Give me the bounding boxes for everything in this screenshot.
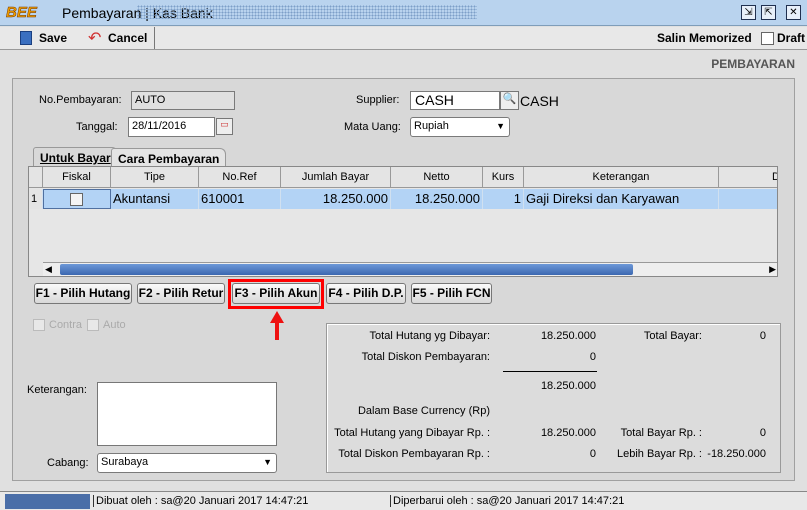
column-header[interactable]: No.Ref bbox=[199, 167, 281, 188]
maximize-icon[interactable]: ⇱ bbox=[761, 5, 776, 20]
total-hutang-label: Total Hutang yg Dibayar: bbox=[369, 330, 490, 342]
chevron-down-icon: ▼ bbox=[496, 121, 505, 131]
updated-by: Diperbarui oleh : sa@20 Januari 2017 14:… bbox=[390, 495, 624, 507]
auto-label: Auto bbox=[103, 319, 126, 331]
tanggal-label: Tanggal: bbox=[76, 121, 118, 133]
de-cell[interactable] bbox=[719, 189, 777, 209]
summary-panel: Total Hutang yg Dibayar: 18.250.000 Tota… bbox=[326, 323, 781, 473]
column-header[interactable]: Netto bbox=[391, 167, 483, 188]
search-icon[interactable]: 🔍 bbox=[500, 91, 519, 110]
netto-cell[interactable]: 18.250.000 bbox=[391, 189, 483, 209]
kurs-cell[interactable]: 1 bbox=[483, 189, 524, 209]
mata-uang-select[interactable]: Rupiah ▼ bbox=[410, 117, 510, 137]
sum-line bbox=[503, 371, 597, 372]
arrow-shaft bbox=[275, 322, 279, 340]
total-bayar-value: 0 bbox=[759, 330, 766, 342]
column-header[interactable]: Fiskal bbox=[43, 167, 111, 188]
base-currency-label: Dalam Base Currency (Rp) bbox=[357, 405, 490, 417]
column-header[interactable]: De bbox=[719, 167, 777, 188]
status-bar: Dibuat oleh : sa@20 Januari 2017 14:47:2… bbox=[0, 491, 807, 510]
draft-checkbox[interactable] bbox=[761, 32, 774, 45]
noref-cell[interactable]: 610001 bbox=[199, 189, 281, 209]
hutang-rp-label: Total Hutang yang Dibayar Rp. : bbox=[334, 427, 490, 439]
pilih-retur-button[interactable]: F2 - Pilih Retur bbox=[137, 283, 225, 304]
no-pembayaran-field: AUTO bbox=[131, 91, 235, 110]
diskon-rp-value: 0 bbox=[589, 448, 596, 460]
column-header[interactable]: Keterangan bbox=[524, 167, 719, 188]
cancel-icon: ↶ bbox=[88, 30, 102, 47]
draft-label: Draft bbox=[777, 31, 806, 45]
supplier-field[interactable]: CASH bbox=[410, 91, 500, 110]
pilih-fcn-button[interactable]: F5 - Pilih FCN bbox=[411, 283, 492, 304]
keterangan-textarea[interactable] bbox=[97, 382, 277, 446]
contra-label: Contra bbox=[49, 319, 83, 331]
scroll-right-icon[interactable]: ▶ bbox=[769, 264, 776, 275]
scroll-left-icon[interactable]: ◀ bbox=[45, 264, 52, 275]
total-diskon-label: Total Diskon Pembayaran: bbox=[361, 351, 490, 363]
title-bar: BEE Pembayaran | Kas Bank ⇲ ⇱ ✕ bbox=[0, 0, 807, 26]
toolbar: Save ↶ Cancel Salin Memorized Draft bbox=[0, 27, 807, 50]
supplier-name: CASH bbox=[520, 93, 559, 109]
restore-icon[interactable]: ⇲ bbox=[741, 5, 756, 20]
calendar-icon[interactable]: ▭ bbox=[216, 118, 233, 135]
column-header[interactable]: Kurs bbox=[483, 167, 524, 188]
cabang-label: Cabang: bbox=[47, 457, 89, 469]
row-header-corner bbox=[29, 167, 43, 188]
no-pembayaran-label: No.Pembayaran: bbox=[39, 94, 122, 106]
tanggal-field[interactable]: 28/11/2016 bbox=[128, 117, 215, 137]
subtotal-value: 18.250.000 bbox=[540, 380, 596, 392]
title-pattern bbox=[137, 5, 477, 19]
diskon-rp-label: Total Diskon Pembayaran Rp. : bbox=[338, 448, 490, 460]
supplier-label: Supplier: bbox=[356, 94, 400, 106]
horizontal-scrollbar[interactable]: ◀ ▶ bbox=[43, 262, 777, 276]
created-by: Dibuat oleh : sa@20 Januari 2017 14:47:2… bbox=[93, 495, 308, 507]
keterangan-cell[interactable]: Gaji Direksi dan Karyawan bbox=[524, 189, 719, 209]
pilih-dp-button[interactable]: F4 - Pilih D.P. bbox=[326, 283, 406, 304]
save-button[interactable]: Save bbox=[39, 31, 67, 45]
salin-memorized-button[interactable]: Salin Memorized bbox=[657, 31, 752, 45]
save-icon bbox=[20, 31, 32, 45]
cabang-select[interactable]: Surabaya ▼ bbox=[97, 453, 277, 473]
mata-uang-value: Rupiah bbox=[414, 120, 449, 132]
total-hutang-value: 18.250.000 bbox=[540, 330, 596, 342]
bee-logo: BEE bbox=[6, 4, 37, 22]
lebih-bayar-value: -18.250.000 bbox=[707, 448, 766, 460]
lebih-bayar-label: Lebih Bayar Rp. : bbox=[617, 448, 702, 460]
chevron-down-icon: ▼ bbox=[263, 457, 272, 467]
fiskal-checkbox[interactable] bbox=[70, 193, 83, 206]
pilih-akun-button[interactable]: F3 - Pilih Akun bbox=[232, 283, 320, 304]
keterangan-label: Keterangan: bbox=[27, 384, 87, 396]
row-number: 1 bbox=[29, 189, 43, 209]
pilih-hutang-button[interactable]: F1 - Pilih Hutang bbox=[34, 283, 132, 304]
tab-untuk-bayar[interactable]: Untuk Bayar bbox=[33, 147, 118, 166]
column-header[interactable]: Tipe bbox=[111, 167, 199, 188]
column-header[interactable]: Jumlah Bayar bbox=[281, 167, 391, 188]
contra-checkbox[interactable] bbox=[33, 319, 45, 331]
payment-table: Fiskal Tipe No.Ref Jumlah Bayar Netto Ku… bbox=[28, 166, 778, 277]
scrollbar-thumb[interactable] bbox=[60, 264, 633, 275]
jumlah-cell[interactable]: 18.250.000 bbox=[281, 189, 391, 209]
progress-block bbox=[5, 494, 90, 509]
auto-checkbox[interactable] bbox=[87, 319, 99, 331]
cancel-button[interactable]: Cancel bbox=[108, 31, 147, 45]
total-bayar-label: Total Bayar: bbox=[643, 330, 702, 342]
cabang-value: Surabaya bbox=[101, 456, 149, 468]
bayar-rp-value: 0 bbox=[759, 427, 766, 439]
total-diskon-value: 0 bbox=[589, 351, 596, 363]
close-icon[interactable]: ✕ bbox=[786, 5, 801, 20]
fiskal-cell[interactable] bbox=[43, 189, 111, 209]
tipe-cell[interactable]: Akuntansi bbox=[111, 189, 199, 209]
page-header: PEMBAYARAN bbox=[711, 57, 795, 71]
tab-cara-pembayaran[interactable]: Cara Pembayaran bbox=[111, 148, 227, 167]
hutang-rp-value: 18.250.000 bbox=[540, 427, 596, 439]
mata-uang-label: Mata Uang: bbox=[344, 121, 401, 133]
bayar-rp-label: Total Bayar Rp. : bbox=[620, 427, 702, 439]
divider bbox=[154, 27, 155, 49]
